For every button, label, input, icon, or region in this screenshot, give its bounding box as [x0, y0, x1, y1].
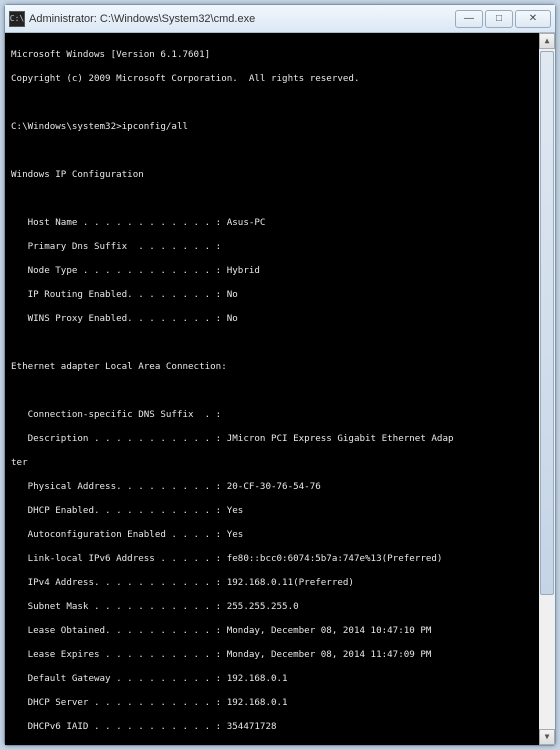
window-buttons: ― □ ✕: [455, 10, 551, 28]
section-winip: Windows IP Configuration: [11, 169, 549, 181]
scroll-up-button[interactable]: ▲: [539, 33, 555, 49]
kv-eth-leaseobt: Lease Obtained. . . . . . . . . . : Mond…: [11, 625, 549, 637]
header-line2: Copyright (c) 2009 Microsoft Corporation…: [11, 73, 549, 85]
kv-eth-gateway: Default Gateway . . . . . . . . . : 192.…: [11, 673, 549, 685]
kv-eth-autoen: Autoconfiguration Enabled . . . . : Yes: [11, 529, 549, 541]
kv-host-name: Host Name . . . . . . . . . . . . : Asus…: [11, 217, 549, 229]
titlebar[interactable]: C:\ Administrator: C:\Windows\System32\c…: [5, 5, 555, 33]
section-ethernet: Ethernet adapter Local Area Connection:: [11, 361, 549, 373]
cmd-icon: C:\: [9, 11, 25, 27]
kv-ip-routing: IP Routing Enabled. . . . . . . . : No: [11, 289, 549, 301]
vertical-scrollbar[interactable]: ▲ ▼: [539, 33, 555, 745]
scroll-track[interactable]: [539, 49, 555, 729]
header-line1: Microsoft Windows [Version 6.1.7601]: [11, 49, 549, 61]
scroll-down-button[interactable]: ▼: [539, 729, 555, 745]
blank: [11, 337, 549, 349]
blank: [11, 385, 549, 397]
blank: [11, 97, 549, 109]
kv-eth-desc-wrap: ter: [11, 457, 549, 469]
scroll-thumb[interactable]: [540, 51, 554, 595]
kv-eth-leaseexp: Lease Expires . . . . . . . . . . : Mond…: [11, 649, 549, 661]
kv-primary-dns: Primary Dns Suffix . . . . . . . :: [11, 241, 549, 253]
kv-eth-desc: Description . . . . . . . . . . . : JMic…: [11, 433, 549, 445]
kv-wins-proxy: WINS Proxy Enabled. . . . . . . . : No: [11, 313, 549, 325]
blank: [11, 145, 549, 157]
maximize-button[interactable]: □: [485, 10, 513, 28]
kv-node-type: Node Type . . . . . . . . . . . . : Hybr…: [11, 265, 549, 277]
terminal-area[interactable]: Microsoft Windows [Version 6.1.7601] Cop…: [5, 33, 555, 745]
kv-eth-dhcpsrv: DHCP Server . . . . . . . . . . . : 192.…: [11, 697, 549, 709]
close-button[interactable]: ✕: [515, 10, 551, 28]
kv-eth-dhcpv6iaid: DHCPv6 IAID . . . . . . . . . . . : 3544…: [11, 721, 549, 733]
kv-eth-conndns: Connection-specific DNS Suffix . :: [11, 409, 549, 421]
kv-eth-phys: Physical Address. . . . . . . . . : 20-C…: [11, 481, 549, 493]
kv-eth-llipv6: Link-local IPv6 Address . . . . . : fe80…: [11, 553, 549, 565]
window-title: Administrator: C:\Windows\System32\cmd.e…: [29, 13, 455, 25]
prompt-command: C:\Windows\system32>ipconfig/all: [11, 121, 549, 133]
cmd-window: C:\ Administrator: C:\Windows\System32\c…: [4, 4, 556, 746]
blank: [11, 193, 549, 205]
minimize-button[interactable]: ―: [455, 10, 483, 28]
kv-eth-ipv4: IPv4 Address. . . . . . . . . . . : 192.…: [11, 577, 549, 589]
kv-eth-subnet: Subnet Mask . . . . . . . . . . . : 255.…: [11, 601, 549, 613]
kv-eth-dhcpen: DHCP Enabled. . . . . . . . . . . : Yes: [11, 505, 549, 517]
